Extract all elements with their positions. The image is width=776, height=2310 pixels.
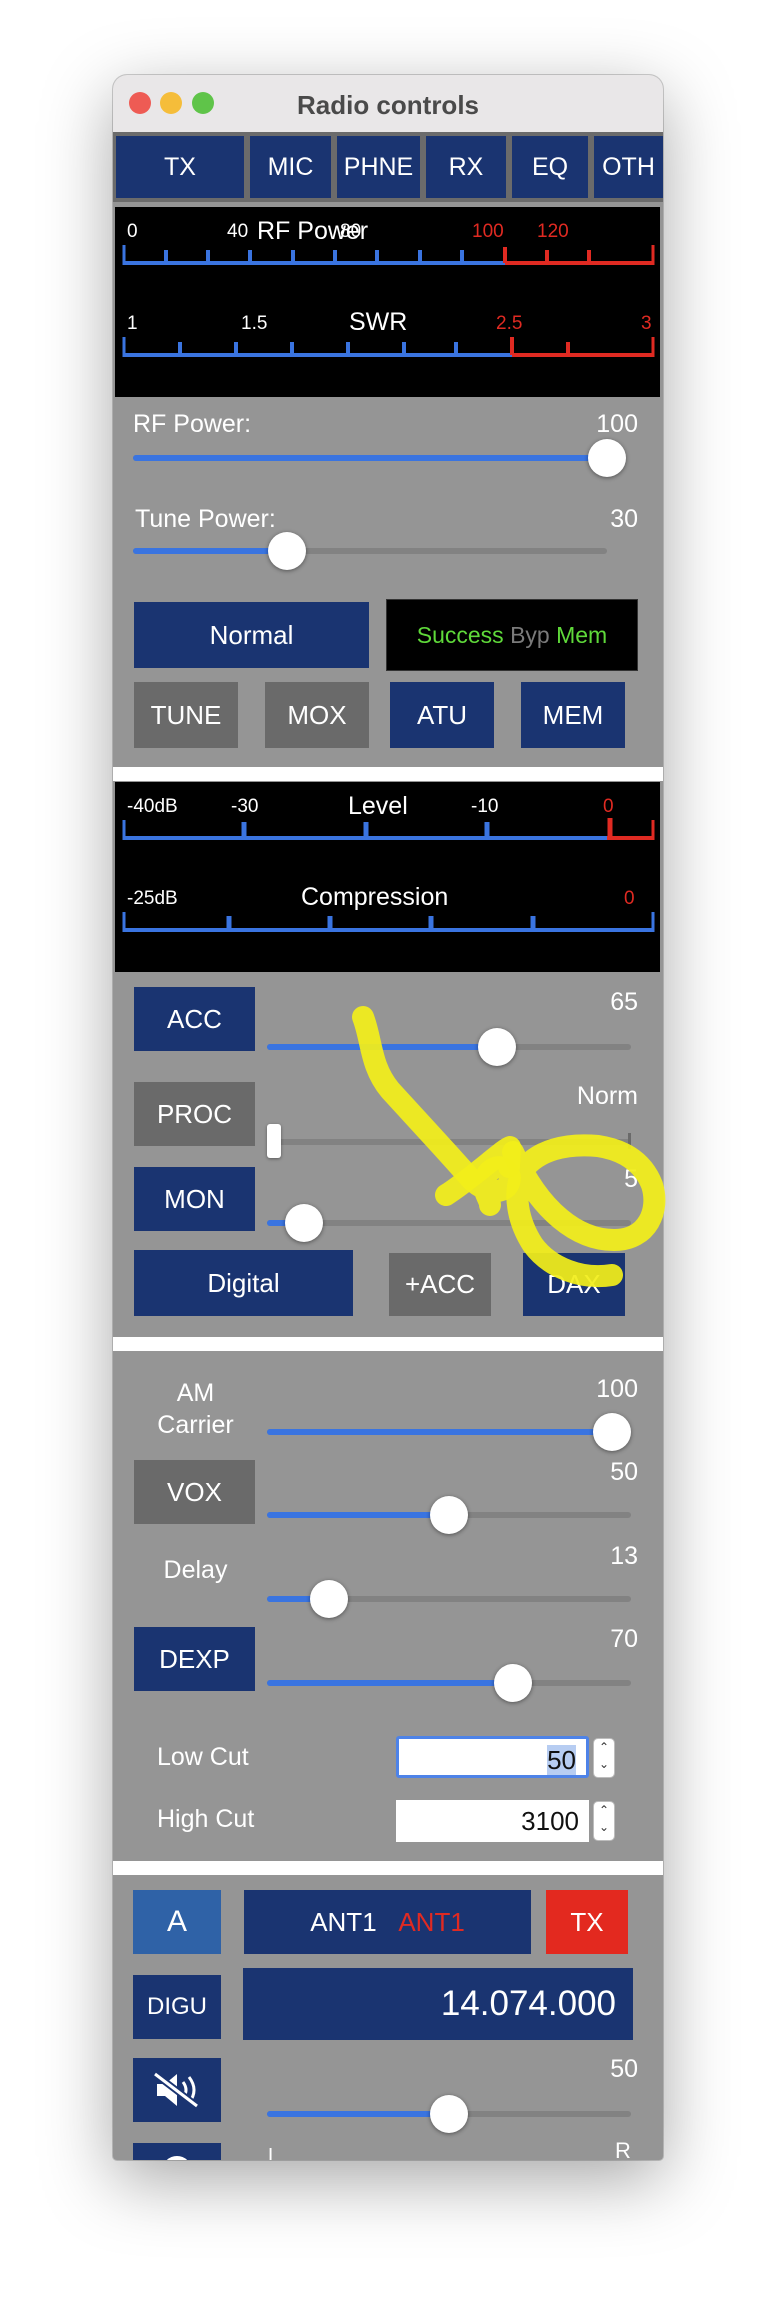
highlight-annotation <box>352 1006 666 1288</box>
